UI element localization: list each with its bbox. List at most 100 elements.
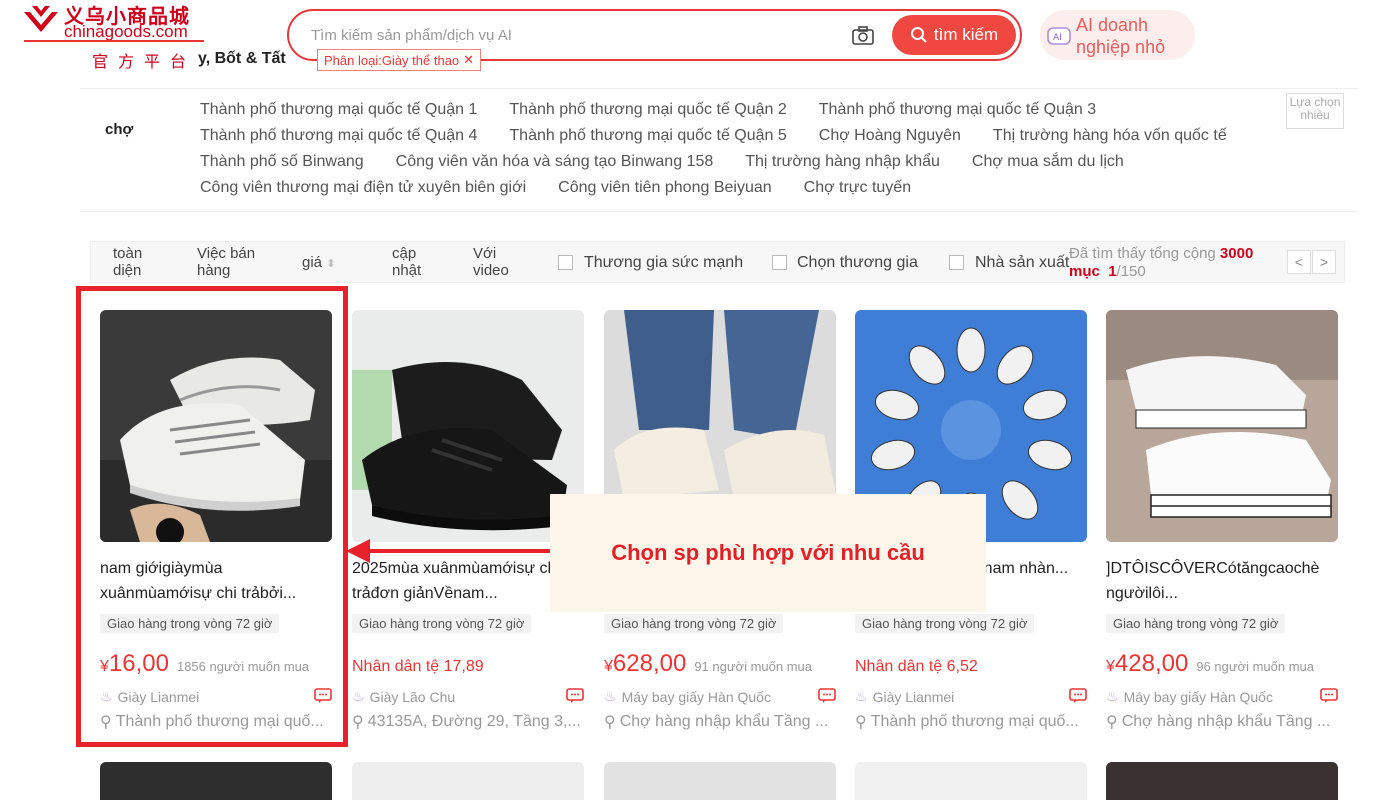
location: ⚲ Chợ hàng nhập khẩu Tầng ... <box>604 712 836 732</box>
product-image[interactable] <box>100 762 332 800</box>
price-value: 428,00 <box>1114 650 1189 677</box>
location-pin-icon: ⚲ <box>352 714 364 731</box>
prev-page-button[interactable]: < <box>1287 250 1311 274</box>
left-arrow-icon <box>346 539 552 563</box>
result-count: Đã tìm thấy tổng cộng 3000 mục 1/150 <box>1069 245 1289 281</box>
price-symbol: ¥ <box>1106 658 1115 675</box>
sort-sales[interactable]: Việc bán hàng <box>197 245 267 279</box>
camera-icon[interactable] <box>851 25 875 47</box>
market-link[interactable]: Thành phố số Binwang <box>200 153 364 171</box>
market-link[interactable]: Thị trường hàng hóa vốn quốc tế <box>993 127 1227 145</box>
ai-button-line2: nghiệp nhỏ <box>1076 37 1166 57</box>
logo-underline <box>24 40 204 42</box>
product-image[interactable] <box>855 762 1087 800</box>
location-text: 43135A, Đường 29, Tầng 3,... <box>367 713 581 730</box>
product-image[interactable] <box>1106 310 1338 542</box>
chat-icon[interactable] <box>566 688 584 704</box>
filter-chip-label: Phân loại:Giày thể thao <box>324 52 460 68</box>
filter-chip[interactable]: Phân loại:Giày thể thao ✕ <box>317 49 482 71</box>
product-image[interactable] <box>604 762 836 800</box>
page-total: /150 <box>1116 263 1146 280</box>
product-image[interactable] <box>1106 762 1338 800</box>
shop-icon: ♨ <box>352 688 365 704</box>
market-link[interactable]: Chợ Hoàng Nguyên <box>819 127 961 145</box>
market-link[interactable]: Thành phố thương mại quốc tế Quận 5 <box>509 127 786 145</box>
manufacturer-checkbox[interactable] <box>949 255 964 270</box>
price-symbol: ¥ <box>604 658 613 675</box>
delivery-badge: Giao hàng trong vòng 72 giờ <box>855 614 1035 633</box>
chat-icon[interactable] <box>1320 688 1338 704</box>
sort-bar: toàn diện Việc bán hàng giá ⬍ cập nhật V… <box>90 241 1345 283</box>
location: ⚲ Thành phố thương mại quố... <box>855 712 1087 732</box>
sort-overall[interactable]: toàn diện <box>113 245 153 279</box>
platform-slipon-image <box>1106 310 1338 542</box>
location: ⚲ Chợ hàng nhập khẩu Tầng ... <box>1106 712 1338 732</box>
site-logo[interactable]: 义乌小商品城 chinagoods.com 官方平台 <box>22 0 207 71</box>
annotation-callout: Chọn sp phù hợp với nhu cầu <box>550 494 986 612</box>
market-link[interactable]: Thành phố thương mại quốc tế Quận 1 <box>200 101 477 119</box>
product-card[interactable]: ]DTÔISCÔVERCótăngcaochè ngườilôi... Giao… <box>1106 310 1338 735</box>
want-count: 91 người muốn mua <box>694 659 812 674</box>
location-text: Chợ hàng nhập khẩu Tầng ... <box>1121 713 1331 730</box>
multi-select-button[interactable]: Lựa chọn nhiều <box>1286 93 1344 129</box>
location-pin-icon: ⚲ <box>604 714 616 731</box>
sort-price[interactable]: giá ⬍ <box>302 254 335 273</box>
shop-icon: ♨ <box>855 688 868 704</box>
ai-business-button[interactable]: AI AI doanh nghiệp nhỏ <box>1040 10 1195 60</box>
market-link[interactable]: Chợ trực tuyến <box>804 179 911 197</box>
logo-official-text: 官方平台 <box>92 54 197 71</box>
power-merchant-checkbox[interactable] <box>558 255 573 270</box>
page-current: 1 <box>1108 263 1117 280</box>
market-link[interactable]: Thành phố thương mại quốc tế Quận 3 <box>819 101 1096 119</box>
market-link[interactable]: Công viên văn hóa và sáng tạo Binwang 15… <box>396 153 714 171</box>
search-input[interactable]: Tìm kiếm sản phẩm/dịch vụ AI <box>311 27 512 44</box>
location-text: Chợ hàng nhập khẩu Tầng ... <box>619 713 829 730</box>
location-pin-icon: ⚲ <box>855 714 867 731</box>
seller[interactable]: ♨ Máy bay giấy Hàn Quốc <box>1106 688 1273 705</box>
next-page-button[interactable]: > <box>1312 250 1336 274</box>
result-count-unit: mục <box>1069 263 1100 280</box>
market-links: Thành phố thương mại quốc tế Quận 1 Thàn… <box>200 97 1280 201</box>
seller[interactable]: ♨ Giày Lão Chu <box>352 688 455 705</box>
product-price: ¥428,00 96 người muốn mua <box>1106 650 1314 678</box>
power-merchant-label: Thương gia sức mạnh <box>584 254 744 271</box>
location-pin-icon: ⚲ <box>1106 714 1118 731</box>
delivery-badge: Giao hàng trong vòng 72 giờ <box>352 614 532 633</box>
market-row: Thành phố thương mại quốc tế Quận 4 Thàn… <box>200 123 1280 149</box>
seller[interactable]: ♨ Giày Lianmei <box>855 688 954 705</box>
search-button-label: tìm kiếm <box>933 25 999 44</box>
market-link[interactable]: Chợ mua sắm du lịch <box>972 153 1124 171</box>
ai-robot-icon: AI <box>1047 27 1071 45</box>
sort-updated[interactable]: cập nhật <box>392 245 432 279</box>
logo-domain-text: chinagoods.com <box>64 22 188 41</box>
market-label: chợ <box>105 121 134 138</box>
market-link[interactable]: Công viên thương mại điện tử xuyên biên … <box>200 179 526 197</box>
close-icon[interactable]: ✕ <box>463 52 474 68</box>
market-link[interactable]: Thị trường hàng nhập khẩu <box>745 153 940 171</box>
result-count-number: 3000 <box>1219 245 1254 262</box>
category-breadcrumb[interactable]: y, Bốt & Tất <box>198 50 286 68</box>
market-row: Thành phố số Binwang Công viên văn hóa v… <box>200 149 1280 175</box>
shop-icon: ♨ <box>604 688 617 704</box>
search-button[interactable]: tìm kiếm <box>892 15 1016 55</box>
product-price: ¥628,00 91 người muốn mua <box>604 650 812 678</box>
market-filter: chợ Thành phố thương mại quốc tế Quận 1 … <box>80 88 1358 212</box>
price-value: 628,00 <box>612 650 687 677</box>
product-title[interactable]: ]DTÔISCÔVERCótăngcaochè ngườilôi... <box>1106 556 1338 606</box>
seller[interactable]: ♨ Máy bay giấy Hàn Quốc <box>604 688 771 705</box>
search-icon <box>910 27 927 43</box>
delivery-badge: Giao hàng trong vòng 72 giờ <box>604 614 784 633</box>
ai-button-line1: AI doanh <box>1076 15 1149 35</box>
sort-price-label: giá <box>302 254 323 271</box>
selected-merchant-checkbox[interactable] <box>772 255 787 270</box>
selected-merchant-label: Chọn thương gia <box>797 254 918 271</box>
seller-name: Giày Lão Chu <box>369 688 456 705</box>
sort-video[interactable]: Với video <box>473 245 523 279</box>
market-link[interactable]: Thành phố thương mại quốc tế Quận 4 <box>200 127 477 145</box>
seller-name: Giày Lianmei <box>872 688 955 705</box>
chat-icon[interactable] <box>1069 688 1087 704</box>
market-link[interactable]: Thành phố thương mại quốc tế Quận 2 <box>509 101 786 119</box>
chat-icon[interactable] <box>818 688 836 704</box>
market-link[interactable]: Công viên tiên phong Beiyuan <box>558 179 772 197</box>
product-image[interactable] <box>352 762 584 800</box>
